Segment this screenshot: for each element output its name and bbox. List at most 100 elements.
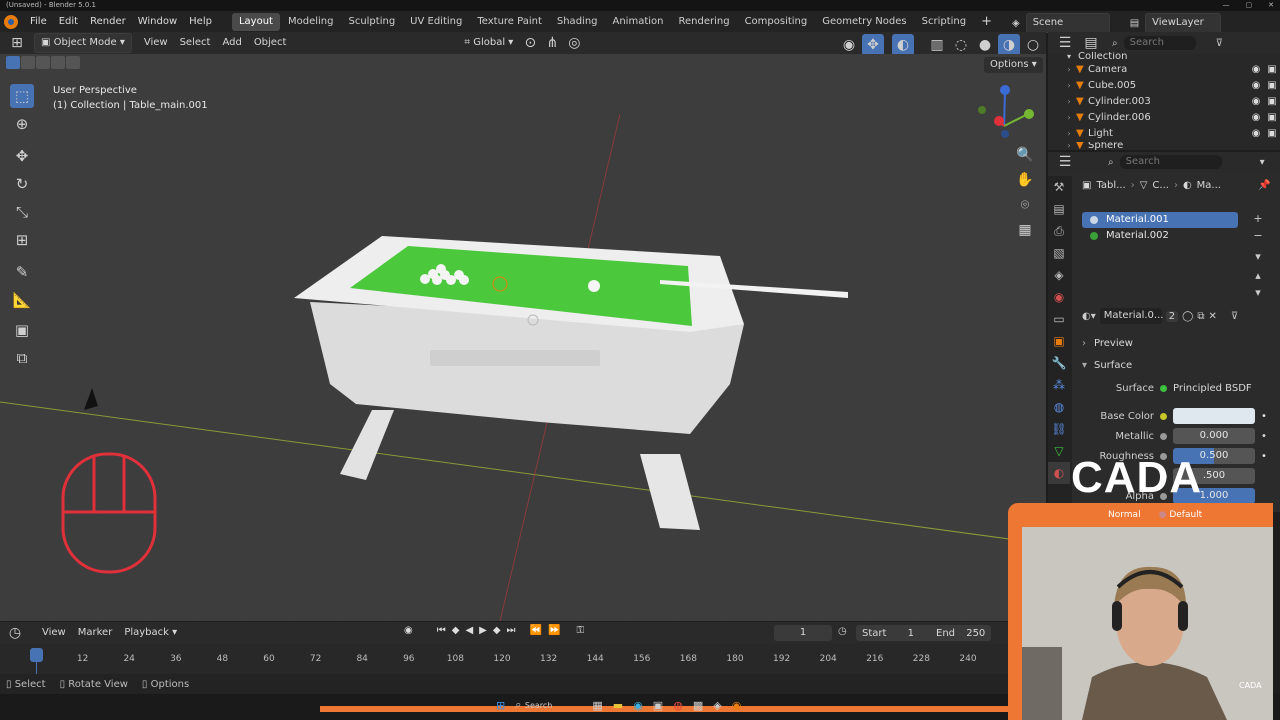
collection-tab-icon[interactable]: ▭ bbox=[1048, 308, 1070, 330]
tab-texture-paint[interactable]: Texture Paint bbox=[470, 13, 549, 31]
outliner-item-cylinder-006[interactable]: › ▼ Cylinder.006 ◉ ▣ bbox=[1048, 110, 1280, 126]
tab-compositing[interactable]: Compositing bbox=[738, 13, 815, 31]
outliner-item-sphere[interactable]: › ▼ Sphere bbox=[1048, 142, 1280, 150]
render-camera-icon[interactable]: ▣ bbox=[1264, 94, 1280, 110]
xray-icon[interactable]: ▥ bbox=[926, 34, 948, 56]
material-slot-2[interactable]: Material.002 bbox=[1082, 228, 1238, 244]
material-slot-1[interactable]: Material.001 bbox=[1082, 212, 1238, 228]
render-camera-icon[interactable]: ▣ bbox=[1264, 110, 1280, 126]
base-color-swatch[interactable] bbox=[1173, 408, 1255, 424]
move-up-icon[interactable]: ▴ bbox=[1252, 267, 1264, 284]
annotate-tool-icon[interactable]: ✎ bbox=[10, 260, 34, 284]
mode-selector[interactable]: ▣ Object Mode ▾ bbox=[34, 33, 132, 53]
eye-icon[interactable]: ◉ bbox=[1248, 110, 1264, 126]
surface-shader-field[interactable]: Principled BSDF bbox=[1173, 383, 1252, 394]
render-camera-icon[interactable]: ▣ bbox=[1264, 126, 1280, 142]
timeline-area[interactable]: 12 24 36 48 60 72 84 96 108 120 132 144 156 168 180 192… bbox=[0, 644, 1010, 674]
prev-marker-icon[interactable]: ⏪ bbox=[530, 625, 542, 636]
timeline-menu-marker[interactable]: Marker bbox=[72, 624, 119, 642]
edge-browser-icon[interactable]: ◉ bbox=[633, 699, 643, 712]
world-tab-icon[interactable]: ◉ bbox=[1048, 286, 1070, 308]
tab-geometry-nodes[interactable]: Geometry Nodes bbox=[815, 13, 913, 31]
stopwatch-icon[interactable]: ◷ bbox=[838, 626, 847, 637]
metallic-field[interactable]: 0.000 bbox=[1173, 428, 1255, 444]
timeline-menu-view[interactable]: View bbox=[36, 624, 72, 642]
folder-icon[interactable]: ▬ bbox=[613, 699, 623, 712]
gizmo-icon[interactable]: ✥ bbox=[862, 34, 884, 56]
normal-value[interactable]: ● Default bbox=[1159, 510, 1203, 520]
blender-taskbar-icon[interactable]: ◉ bbox=[732, 699, 742, 712]
viewlayer-icon[interactable]: ▤ bbox=[1130, 18, 1139, 29]
constraints-tab-icon[interactable]: ⛓ bbox=[1048, 418, 1070, 440]
pivot-icon[interactable]: ⊙ bbox=[519, 32, 541, 54]
timeline-menu-playback[interactable]: Playback ▾ bbox=[118, 624, 183, 642]
rendered-shading-icon[interactable]: ○ bbox=[1022, 34, 1044, 56]
select-tool-icon[interactable]: ⬚ bbox=[10, 84, 34, 108]
eye-icon[interactable]: ◉ bbox=[1248, 126, 1264, 142]
eye-icon[interactable]: ◉ bbox=[1248, 94, 1264, 110]
select-subtract-icon[interactable] bbox=[36, 56, 50, 69]
perspective-toggle-icon[interactable]: ▦ bbox=[1014, 219, 1036, 241]
outliner-item-cylinder-003[interactable]: › ▼ Cylinder.003 ◉ ▣ bbox=[1048, 94, 1280, 110]
taskbar-search[interactable]: ⌕ Search bbox=[515, 698, 552, 712]
render-camera-icon[interactable]: ▣ bbox=[1264, 62, 1280, 78]
tab-sculpting[interactable]: Sculpting bbox=[341, 13, 402, 31]
properties-editor-icon[interactable]: ☰ bbox=[1054, 152, 1076, 173]
measure-tool-icon[interactable]: 📐 bbox=[10, 288, 34, 312]
properties-search-input[interactable]: Search bbox=[1119, 155, 1222, 169]
output-tab-icon[interactable]: ⎙ bbox=[1048, 220, 1070, 242]
minimize-icon[interactable]: — bbox=[1223, 0, 1230, 11]
fake-user-icon[interactable]: ◯ bbox=[1182, 311, 1193, 322]
outliner-item-camera[interactable]: › ▼ Camera ◉ ▣ bbox=[1048, 62, 1280, 78]
menu-file[interactable]: File bbox=[24, 11, 53, 32]
pin-icon[interactable]: 📌 bbox=[1258, 180, 1270, 191]
outliner-item-light[interactable]: › ▼ Light ◉ ▣ bbox=[1048, 126, 1280, 142]
duplicate-material-icon[interactable]: ⧉ bbox=[1197, 311, 1204, 322]
keyframe-dot-icon[interactable]: • bbox=[1261, 411, 1267, 422]
remove-slot-icon[interactable]: − bbox=[1252, 227, 1264, 244]
unlink-material-icon[interactable]: ✕ bbox=[1208, 311, 1216, 322]
chrome-icon[interactable]: ◍ bbox=[673, 699, 683, 712]
menu-edit[interactable]: Edit bbox=[53, 11, 84, 32]
surface-panel-header[interactable]: ▾ Surface bbox=[1082, 356, 1272, 374]
editor-type-icon[interactable]: ⊞ bbox=[6, 32, 28, 54]
tool-tab-icon[interactable]: ⚒ bbox=[1048, 176, 1070, 198]
overlays-icon[interactable]: ◐ bbox=[892, 34, 914, 56]
eye-icon[interactable]: ◉ bbox=[1248, 62, 1264, 78]
taskbar-app-icon[interactable]: ▦ bbox=[592, 699, 602, 712]
pan-hand-icon[interactable]: ✋ bbox=[1014, 169, 1036, 191]
menu-help[interactable]: Help bbox=[183, 11, 218, 32]
add-object-tool-icon[interactable]: ⧉ bbox=[10, 346, 34, 370]
select-intersect-icon[interactable] bbox=[66, 56, 80, 69]
viewport-options-button[interactable]: Options ▾ bbox=[984, 57, 1043, 73]
add-workspace-icon[interactable]: + bbox=[974, 13, 999, 31]
user-count[interactable]: 2 bbox=[1165, 310, 1179, 322]
scene-icon[interactable]: ◈ bbox=[1012, 18, 1020, 29]
visibility-icon[interactable]: ◉ bbox=[838, 34, 860, 56]
eye-icon[interactable]: ◉ bbox=[1248, 78, 1264, 94]
render-camera-icon[interactable]: ▣ bbox=[1264, 78, 1280, 94]
3d-viewport[interactable] bbox=[0, 54, 1046, 621]
close-icon[interactable]: ✕ bbox=[1268, 0, 1274, 11]
solid-shading-icon[interactable]: ● bbox=[974, 34, 996, 56]
menu-select[interactable]: Select bbox=[174, 34, 217, 52]
zoom-icon[interactable]: 🔍 bbox=[1014, 144, 1036, 166]
play-icon[interactable]: ▶ bbox=[479, 625, 487, 636]
tab-uv-editing[interactable]: UV Editing bbox=[403, 13, 469, 31]
tab-layout[interactable]: Layout bbox=[231, 12, 280, 31]
tab-shading[interactable]: Shading bbox=[550, 13, 605, 31]
orientation-selector[interactable]: ⌗ Global ▾ bbox=[458, 34, 519, 52]
jump-start-icon[interactable]: ⏮ bbox=[437, 625, 446, 636]
render-tab-icon[interactable]: ▤ bbox=[1048, 198, 1070, 220]
data-tab-icon[interactable]: ▽ bbox=[1048, 440, 1070, 462]
add-cube-tool-icon[interactable]: ▣ bbox=[10, 318, 34, 342]
record-icon[interactable]: ◉ bbox=[404, 625, 413, 636]
physics-tab-icon[interactable]: ◍ bbox=[1048, 396, 1070, 418]
slot-specials-icon[interactable]: ▾ bbox=[1252, 248, 1264, 265]
particles-tab-icon[interactable]: ⁂ bbox=[1048, 374, 1070, 396]
keyframe-dot-icon[interactable]: • bbox=[1261, 431, 1267, 442]
menu-add[interactable]: Add bbox=[216, 34, 247, 52]
scale-tool-icon[interactable]: ⤡ bbox=[10, 200, 34, 224]
playhead[interactable] bbox=[30, 648, 43, 662]
tab-animation[interactable]: Animation bbox=[606, 13, 671, 31]
